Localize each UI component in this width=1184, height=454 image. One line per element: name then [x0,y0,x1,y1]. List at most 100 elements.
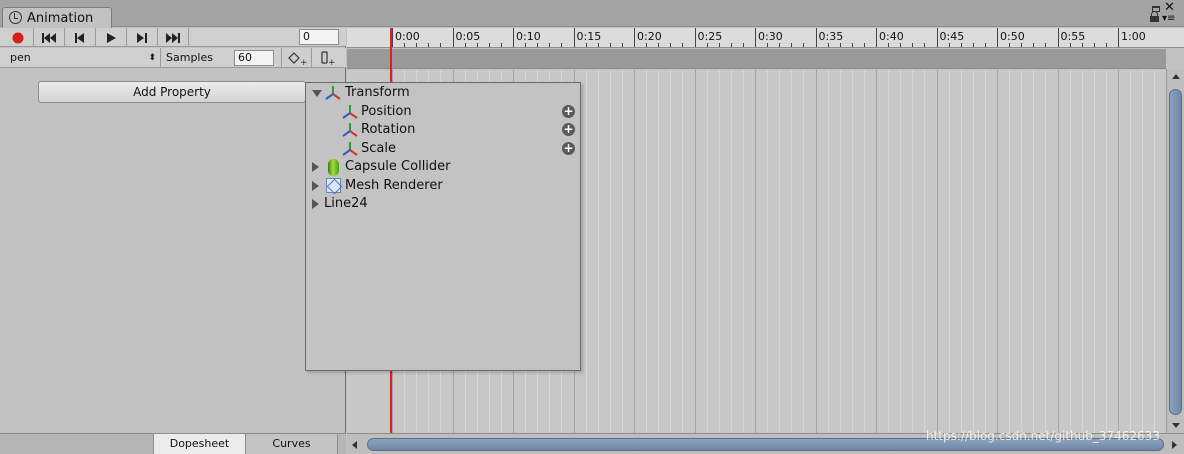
ruler-time-label: 0:45 [939,30,965,43]
samples-input[interactable]: 60 [234,50,274,66]
property-item-position[interactable]: Position [306,103,582,121]
next-key-button[interactable] [127,28,158,47]
ruler-minor-tick [972,43,974,47]
property-item-capsule-collider[interactable]: Capsule Collider [306,158,582,176]
summary-row [347,49,1166,69]
tab-curves[interactable]: Curves [246,434,338,454]
ruler-minor-tick [791,43,793,47]
ruler-minor-tick [440,43,442,47]
grid-line [670,70,672,433]
ruler-minor-tick [900,43,902,47]
grid-line [997,70,998,433]
scroll-left-icon[interactable] [352,441,357,449]
add-position-icon[interactable] [562,105,575,118]
ruler-major-tick [634,28,635,47]
clip-select[interactable]: pen ⬍ [0,48,161,68]
grid-line [900,70,902,433]
ruler-minor-tick [488,43,490,47]
ruler-minor-tick [718,43,720,47]
ruler-minor-tick [1093,43,1095,47]
property-item-scale[interactable]: Scale [306,140,582,158]
property-item-mesh-renderer[interactable]: Mesh Renderer [306,177,582,195]
lock-icon[interactable] [1150,11,1159,22]
vertical-scroll-thumb[interactable] [1169,89,1182,415]
prev-key-icon [75,32,84,43]
grid-line [912,70,914,433]
ruler-major-tick [573,28,575,47]
property-item-transform[interactable]: Transform [306,84,582,102]
grid-line [646,70,648,433]
grid-line [936,70,938,433]
menu-icon[interactable]: ▾≡ [1162,14,1175,24]
samples-label: Samples [166,51,213,64]
add-property-menu: Transform Position Rotation Scale Caps [305,82,581,371]
scroll-up-icon[interactable] [1172,74,1180,79]
property-label: Capsule Collider [345,159,451,174]
window-tab-strip: Animation ✕ ▾≡ [0,0,1184,28]
ruler-time-label: 0:55 [1060,30,1086,43]
add-event-button[interactable]: + [311,48,341,68]
tab-dopesheet[interactable]: Dopesheet [153,434,246,454]
play-button[interactable] [96,28,127,47]
scroll-right-icon[interactable] [1172,441,1177,449]
ruler-time-label: 0:40 [879,30,904,43]
prev-key-button[interactable] [65,28,96,47]
frame-input[interactable]: 0 [299,29,339,45]
property-item-line24[interactable]: Line24 [306,195,582,213]
capsule-icon [328,159,339,176]
grid-line [718,70,720,433]
vertical-scrollbar[interactable] [1166,69,1184,433]
last-key-icon [166,32,180,43]
add-scale-icon[interactable] [562,142,575,155]
svg-text:+: + [300,58,308,68]
property-label: Line24 [324,196,368,211]
foldout-open-icon[interactable] [312,90,322,97]
playback-toolbar: 0 [0,28,346,47]
foldout-closed-icon[interactable] [312,181,319,191]
record-button[interactable] [3,28,34,47]
property-label: Position [361,104,412,119]
ruler-minor-tick [888,43,890,47]
ruler-time-label: 0:10 [516,30,541,43]
ruler-minor-tick [561,43,563,47]
property-label: Transform [345,85,410,100]
first-key-icon [42,32,56,43]
property-item-rotation[interactable]: Rotation [306,121,582,139]
ruler-minor-tick [960,43,962,47]
clip-name: pen [10,51,31,64]
grid-line [1105,70,1107,433]
record-icon [12,32,24,43]
ruler-minor-tick [1069,43,1071,47]
add-property-button[interactable]: Add Property [38,81,306,103]
add-rotation-icon[interactable] [562,123,575,136]
last-key-button[interactable] [158,28,189,47]
scroll-down-icon[interactable] [1172,423,1180,428]
grid-line [1009,70,1011,433]
ruler-minor-tick [428,43,430,47]
first-key-button[interactable] [34,28,65,47]
property-label: Scale [361,141,396,156]
time-ruler[interactable]: 0:00 0:05 0:10 0:15 0:20 0:25 0:30 0:35 0:40 0:45… [347,28,1184,48]
ruler-minor-tick [924,43,926,47]
foldout-closed-icon[interactable] [312,199,319,209]
grid-line [682,70,684,433]
add-keyframe-button[interactable]: + [281,48,311,68]
grid-line [621,70,623,433]
ruler-time-label: 1:00 [1121,30,1146,43]
animation-tab[interactable]: Animation [2,7,112,28]
grid-line [815,70,817,433]
ruler-minor-tick [476,43,478,47]
ruler-major-tick [694,28,696,47]
property-label: Rotation [361,122,416,137]
ruler-minor-tick [730,43,732,47]
ruler-major-tick [452,28,454,47]
ruler-minor-tick [682,43,684,47]
ruler-minor-tick [839,43,841,47]
ruler-time-label: 0:05 [455,30,481,43]
transform-icon [342,142,358,156]
foldout-closed-icon[interactable] [312,162,319,172]
view-mode-bar: Dopesheet Curves [0,433,346,454]
grid-line [1045,70,1047,433]
ruler-time-label: 0:00 [395,30,420,43]
ruler-minor-tick [597,43,599,47]
